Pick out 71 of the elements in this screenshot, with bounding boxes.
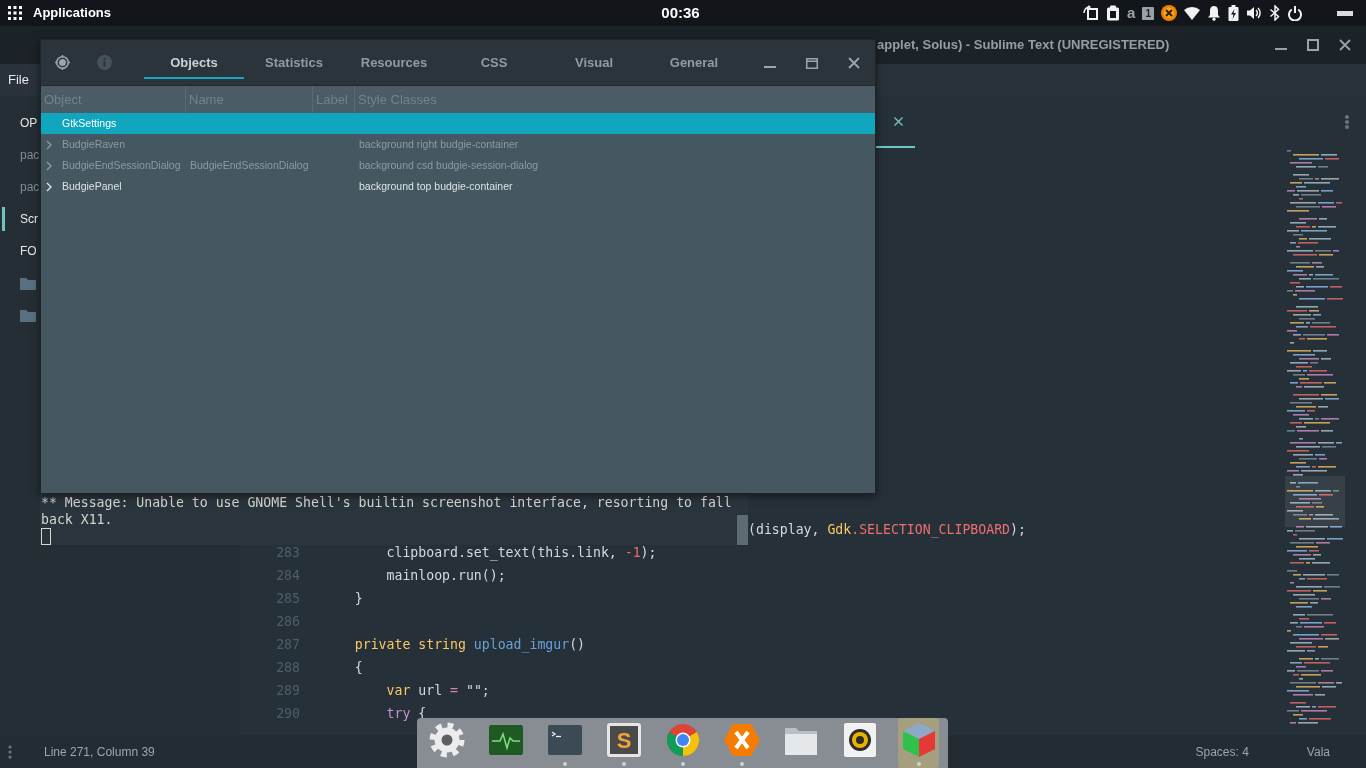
folder-icon[interactable] (20, 308, 36, 322)
number-indicator[interactable]: 1 (1142, 6, 1154, 20)
object-type: BudgieRaven (62, 136, 126, 152)
maximize-icon (806, 56, 818, 69)
chevron-icon[interactable] (46, 160, 52, 171)
code-line: clipboard.set_text(this.link, -1); (386, 545, 657, 560)
code-line: (display, Gdk.SELECTION_CLIPBOARD); (748, 522, 1026, 537)
style-classes: background top budgie-container (359, 178, 513, 194)
more-options-icon[interactable] (8, 744, 12, 759)
bell-icon[interactable] (1207, 5, 1221, 21)
inspector-tab[interactable]: Resources (344, 40, 444, 79)
power-icon[interactable] (1288, 5, 1302, 21)
close-icon (848, 56, 860, 69)
keyboard-layout-indicator[interactable]: a (1127, 5, 1136, 21)
cursor-position: Line 271, Column 39 (44, 743, 155, 761)
terminal-output: back X11. (41, 511, 114, 528)
chevron-icon[interactable] (46, 139, 52, 150)
battery-icon[interactable] (1228, 5, 1239, 21)
object-name: BudgieEndSessionDialog (190, 157, 309, 173)
terminal-output: ** Message: Unable to use GNOME Shell's builtin screenshot interface, resorting to fall (41, 494, 733, 511)
sidebar-entry[interactable]: pac (2, 175, 40, 199)
code-line: private string upload_imgur() (354, 637, 586, 652)
hexagon-x-icon (722, 721, 761, 759)
more-options-icon[interactable] (1345, 115, 1349, 129)
object-type: BudgiePanel (62, 178, 122, 194)
letter-logo-icon: S (604, 721, 643, 759)
inspector-tab[interactable]: CSS (444, 40, 544, 79)
applications-menu-button[interactable]: Applications (8, 3, 111, 23)
screen-rotation-icon[interactable] (1083, 5, 1100, 21)
sidebar-entry[interactable]: pac (2, 143, 40, 167)
scrollbar-thumb[interactable] (737, 515, 748, 545)
inspector-tab[interactable]: Visual (544, 40, 644, 79)
section-header: OP (19, 115, 38, 132)
maximize-icon (1307, 39, 1319, 51)
volume-icon[interactable] (1246, 5, 1262, 21)
folder-icon[interactable] (20, 276, 36, 290)
text-cursor (41, 528, 51, 545)
object-type: BudgieEndSessionDialog (62, 157, 181, 173)
wifi-icon[interactable] (1184, 6, 1200, 20)
menu-item[interactable]: File (8, 70, 29, 90)
dash-icon[interactable] (1337, 10, 1353, 16)
clock: 00:36 (661, 2, 700, 23)
indentation-setting[interactable]: Spaces: 4 (1195, 742, 1249, 761)
tree-row[interactable]: BudgieRaven background right budgie-container (41, 134, 875, 155)
style-classes: background right budgie-container (359, 136, 519, 152)
inspector-tab[interactable]: Statistics (244, 40, 344, 79)
app-grid-icon (8, 6, 22, 20)
code-line: var url = ""; (386, 683, 490, 698)
gear-icon (427, 721, 466, 759)
dock-launcher[interactable]: S (603, 718, 644, 768)
tree-row[interactable]: GtkSettings (41, 113, 875, 134)
code-line: mainloop.run(); (386, 568, 506, 583)
section-header: FO (19, 243, 37, 260)
clipboard-icon[interactable] (1106, 5, 1121, 21)
code-line: { (354, 660, 363, 675)
target-icon[interactable] (55, 55, 70, 70)
minimize-icon (1275, 48, 1287, 50)
object-type: GtkSettings (62, 115, 117, 131)
close-icon (1339, 39, 1351, 51)
bluetooth-icon[interactable] (1269, 5, 1281, 21)
minimize-icon (764, 65, 776, 68)
code-line: } (354, 591, 363, 606)
window-title: applet, Solus) - Sublime Text (UNREGISTERED) (877, 36, 1170, 55)
inspector-tab[interactable]: Objects (144, 40, 244, 79)
tree-row[interactable]: BudgiePanel background top budgie-container (41, 176, 875, 197)
close-icon (894, 116, 903, 126)
inspector-tab[interactable]: General (644, 40, 744, 79)
syntax-setting[interactable]: Vala (1306, 742, 1330, 761)
x-circle-icon[interactable] (1161, 5, 1177, 21)
tree-row[interactable]: BudgieEndSessionDialog BudgieEndSessionDialog background csd budgie-session-dialog (41, 155, 875, 176)
style-classes: background csd budgie-session-dialog (359, 157, 539, 173)
